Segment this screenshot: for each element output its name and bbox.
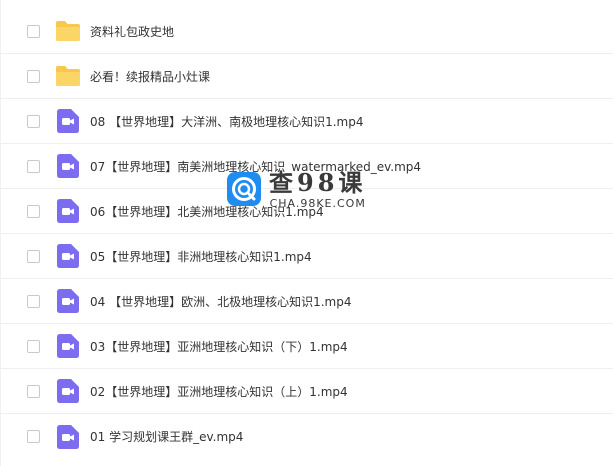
row-checkbox[interactable] [27, 24, 40, 38]
video-file-icon [55, 109, 81, 133]
file-row-video[interactable]: 01 学习规划课王群_ev.mp4 [1, 414, 613, 459]
file-name[interactable]: 05【世界地理】非洲地理核心知识1.mp4 [90, 248, 312, 265]
row-checkbox[interactable] [27, 384, 40, 398]
row-checkbox[interactable] [27, 430, 40, 443]
file-row-folder[interactable]: 资料礼包政史地 [1, 9, 613, 54]
row-checkbox[interactable] [27, 339, 40, 353]
file-name[interactable]: 02【世界地理】亚洲地理核心知识（上）1.mp4 [90, 383, 348, 400]
row-checkbox[interactable] [27, 249, 40, 263]
file-row-video[interactable]: 02【世界地理】亚洲地理核心知识（上）1.mp4 [1, 369, 613, 414]
file-row-video[interactable]: 03【世界地理】亚洲地理核心知识（下）1.mp4 [1, 324, 613, 369]
file-row-video[interactable]: 05【世界地理】非洲地理核心知识1.mp4 [1, 234, 613, 279]
video-file-icon [55, 424, 81, 449]
file-row-video[interactable]: 08 【世界地理】大洋洲、南极地理核心知识1.mp4 [1, 99, 613, 144]
file-row-video[interactable]: 06【世界地理】北美洲地理核心知识1.mp4 [1, 189, 613, 234]
file-row-video[interactable]: 04 【世界地理】欧洲、北极地理核心知识1.mp4 [1, 279, 613, 324]
row-checkbox[interactable] [27, 204, 40, 218]
file-name[interactable]: 08 【世界地理】大洋洲、南极地理核心知识1.mp4 [90, 113, 363, 130]
row-checkbox[interactable] [27, 114, 40, 128]
video-file-icon [55, 289, 81, 313]
folder-icon [55, 64, 81, 88]
file-row-video[interactable]: 07【世界地理】南美洲地理核心知识_watermarked_ev.mp4 [1, 144, 613, 189]
row-checkbox[interactable] [27, 69, 40, 83]
file-name[interactable]: 06【世界地理】北美洲地理核心知识1.mp4 [90, 203, 324, 220]
file-name[interactable]: 必看！续报精品小灶课 [90, 68, 210, 85]
video-file-icon [55, 334, 81, 358]
row-checkbox[interactable] [27, 294, 40, 308]
file-name[interactable]: 03【世界地理】亚洲地理核心知识（下）1.mp4 [90, 338, 348, 355]
row-checkbox[interactable] [27, 159, 40, 173]
file-name[interactable]: 01 学习规划课王群_ev.mp4 [90, 428, 243, 445]
video-file-icon [55, 379, 81, 403]
video-file-icon [55, 244, 81, 268]
file-list: 资料礼包政史地 必看！续报精品小灶课 08 【世界地理】大洋洲、南极地理核心知识… [0, 0, 613, 466]
file-name[interactable]: 04 【世界地理】欧洲、北极地理核心知识1.mp4 [90, 293, 351, 310]
file-row-folder[interactable]: 必看！续报精品小灶课 [1, 54, 613, 99]
video-file-icon [55, 199, 81, 223]
video-file-icon [55, 154, 81, 178]
file-name[interactable]: 07【世界地理】南美洲地理核心知识_watermarked_ev.mp4 [90, 158, 421, 175]
folder-icon [55, 19, 81, 43]
file-name[interactable]: 资料礼包政史地 [90, 23, 174, 40]
